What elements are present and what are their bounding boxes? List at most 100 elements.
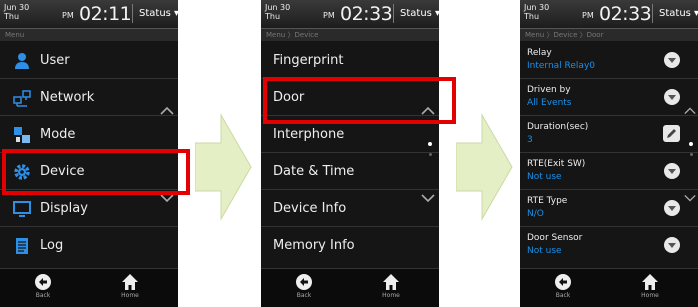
date-display: Jun 30 Thu	[265, 3, 291, 21]
date-display: Jun 30 Thu	[4, 3, 30, 21]
back-arrow-icon	[35, 274, 51, 290]
back-arrow-icon	[555, 274, 571, 290]
menu-item-label: Log	[40, 238, 64, 253]
menu-item-display[interactable]: Display	[0, 190, 178, 227]
list-item-interphone[interactable]: Interphone	[261, 116, 439, 153]
chevron-up-icon[interactable]	[421, 106, 435, 116]
scroll-dot	[690, 153, 693, 156]
clock-time: 02:33	[340, 3, 393, 25]
setting-row-rte-exit-sw: RTE(Exit SW) Not use	[520, 153, 698, 190]
setting-row-rte-type: RTE Type N/O	[520, 190, 698, 227]
edit-button[interactable]	[663, 125, 680, 142]
home-icon	[383, 274, 399, 290]
chevron-down-icon[interactable]	[160, 193, 174, 203]
scroll-dot-active	[428, 142, 432, 146]
setting-label: RTE(Exit SW)	[527, 159, 586, 169]
status-bar: Jun 30 Thu PM 02:33 Status ▾	[261, 0, 439, 29]
setting-value: Not use	[527, 172, 562, 182]
dropdown-button[interactable]	[664, 237, 680, 253]
menu-item-device[interactable]: Device	[0, 153, 178, 190]
list-item-date-time[interactable]: Date & Time	[261, 153, 439, 190]
menu-screen: Jun 30 Thu PM 02:11 Status ▾ Menu User Ne…	[0, 0, 178, 307]
setting-value: Internal Relay0	[527, 61, 596, 71]
network-icon	[13, 90, 31, 107]
gear-icon	[14, 164, 30, 180]
menu-item-label: User	[40, 53, 70, 68]
setting-row-door-sensor: Door Sensor Not use	[520, 227, 698, 264]
clock-time: 02:11	[79, 3, 132, 25]
setting-label: Door Sensor	[527, 233, 583, 243]
ampm-label: PM	[582, 11, 594, 20]
list-item-label: Memory Info	[273, 238, 355, 253]
chevron-down-icon[interactable]	[684, 193, 696, 203]
bottom-nav-bar: Back Home	[520, 268, 698, 307]
ampm-label: PM	[62, 11, 74, 20]
menu-item-mode[interactable]: Mode	[0, 116, 178, 153]
list-item-door[interactable]: Door	[261, 79, 439, 116]
pencil-icon	[667, 129, 676, 138]
home-label: Home	[382, 292, 400, 299]
menu-item-label: Display	[40, 201, 88, 216]
list-item-label: Fingerprint	[273, 53, 344, 68]
dropdown-button[interactable]	[664, 89, 680, 105]
breadcrumb: Menu	[0, 29, 178, 41]
setting-row-relay: Relay Internal Relay0	[520, 42, 698, 79]
setting-row-duration: Duration(sec) 3	[520, 116, 698, 153]
home-button[interactable]: Home	[110, 273, 150, 305]
breadcrumb: Menu 〉Device 〉Door	[520, 29, 698, 41]
setting-label: RTE Type	[527, 196, 568, 206]
setting-value: All Events	[527, 98, 572, 108]
back-button[interactable]: Back	[543, 273, 583, 305]
home-button[interactable]: Home	[630, 273, 670, 305]
chevron-down-icon[interactable]	[421, 193, 435, 203]
back-button[interactable]: Back	[284, 273, 324, 305]
status-dropdown-button[interactable]: Status ▾	[393, 4, 439, 23]
list-item-label: Date & Time	[273, 164, 355, 179]
list-item-memory-info[interactable]: Memory Info	[261, 227, 439, 264]
setting-value: Not use	[527, 246, 562, 256]
back-button[interactable]: Back	[23, 273, 63, 305]
device-screen: Jun 30 Thu PM 02:33 Status ▾ Menu 〉Device…	[261, 0, 439, 307]
menu-item-label: Network	[40, 90, 95, 105]
dropdown-button[interactable]	[664, 52, 680, 68]
back-label: Back	[35, 292, 51, 299]
chevron-up-icon[interactable]	[684, 106, 696, 116]
menu-item-network[interactable]: Network	[0, 79, 178, 116]
home-button[interactable]: Home	[371, 273, 411, 305]
status-bar: Jun 30 Thu PM 02:11 Status ▾	[0, 0, 178, 29]
chevron-up-icon[interactable]	[160, 106, 174, 116]
scroll-dot	[429, 153, 432, 156]
setting-label: Relay	[527, 48, 552, 58]
menu-item-label: Mode	[40, 127, 76, 142]
date-display: Jun 30 Thu	[524, 3, 550, 21]
menu-item-log[interactable]: Log	[0, 227, 178, 264]
back-label: Back	[555, 292, 571, 299]
flow-arrow-icon	[456, 113, 513, 221]
mode-icon	[14, 127, 30, 143]
display-icon	[13, 201, 31, 217]
home-icon	[122, 274, 138, 290]
status-dropdown-button[interactable]: Status ▾	[132, 4, 178, 23]
dropdown-button[interactable]	[664, 163, 680, 179]
flow-arrow-icon	[195, 113, 252, 221]
setting-label: Duration(sec)	[527, 122, 589, 132]
setting-value: N/O	[527, 209, 544, 219]
setting-row-driven-by: Driven by All Events	[520, 79, 698, 116]
home-label: Home	[641, 292, 659, 299]
setting-label: Driven by	[527, 85, 571, 95]
home-icon	[642, 274, 658, 290]
bottom-nav-bar: Back Home	[0, 268, 178, 307]
breadcrumb: Menu 〉Device	[261, 29, 439, 41]
user-icon	[15, 53, 29, 69]
status-dropdown-button[interactable]: Status ▾	[652, 4, 698, 23]
setting-value: 3	[527, 135, 533, 145]
list-item-label: Door	[273, 90, 305, 105]
menu-item-label: Device	[40, 164, 85, 179]
log-icon	[16, 238, 28, 254]
list-item-label: Device Info	[273, 201, 347, 216]
dropdown-button[interactable]	[664, 200, 680, 216]
list-item-device-info[interactable]: Device Info	[261, 190, 439, 227]
door-settings-screen: Jun 30 Thu PM 02:33 Status ▾ Menu 〉Device…	[520, 0, 698, 307]
list-item-fingerprint[interactable]: Fingerprint	[261, 42, 439, 79]
menu-item-user[interactable]: User	[0, 42, 178, 79]
